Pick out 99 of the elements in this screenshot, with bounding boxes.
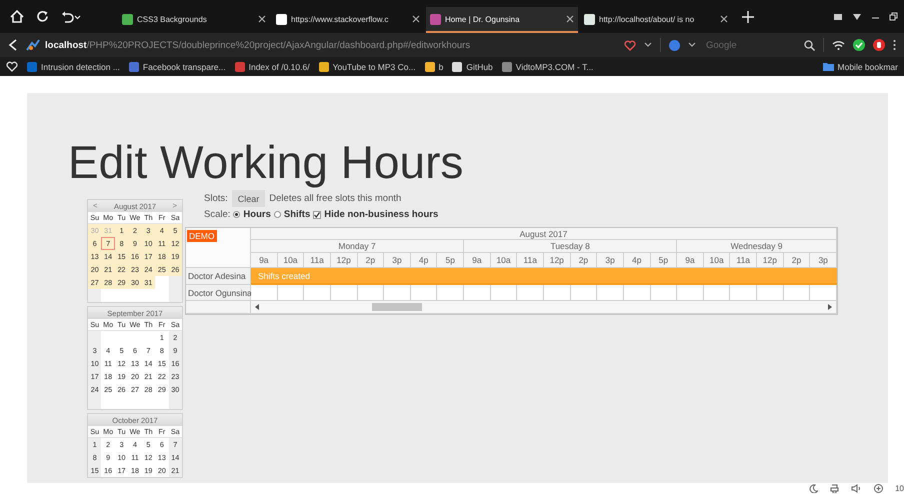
hour-header: 2p [570, 253, 598, 268]
empty-day-cell [168, 396, 182, 409]
page-icon [276, 14, 287, 24]
search-icon[interactable] [804, 40, 815, 50]
hour-header: 9a [251, 253, 278, 268]
day-header: Monday 7 [251, 240, 464, 253]
address-field[interactable]: localhost/PHP%20PROJECTS/doubleprince%20project/AjaxAngular/dashboard.php#/editworkhours [45, 40, 470, 50]
checkbox-label: Hide non-business hours [324, 209, 438, 220]
hour-header: 11a [517, 253, 544, 268]
resource-name: Doctor Adesina [186, 268, 251, 285]
hour-header: 12p [757, 253, 784, 268]
bookmark-link[interactable]: GitHub [466, 62, 493, 72]
hour-header: 12p [544, 253, 571, 268]
page-icon [584, 14, 595, 24]
checkbox[interactable] [313, 210, 322, 218]
site-icon [27, 62, 37, 72]
shield-icon[interactable] [873, 39, 885, 51]
bookmark-link[interactable]: VidtoMP3.COM - T... [516, 62, 594, 72]
menu-icon[interactable] [893, 39, 896, 51]
site-icon [234, 62, 245, 72]
bookmark-link[interactable]: Facebook transpare... [142, 62, 226, 72]
empty-day-cell [88, 331, 102, 344]
site-icon [26, 39, 40, 51]
hour-header: 12p [330, 253, 358, 268]
home-icon[interactable] [10, 10, 24, 23]
page-icon [430, 14, 441, 24]
browser-tab[interactable]: http://localhost/about/ is no [580, 7, 732, 33]
site-icon [318, 62, 329, 72]
restore-icon[interactable] [889, 12, 898, 21]
caret-icon[interactable] [644, 42, 652, 48]
bookmark-link[interactable]: Intrusion detection ... [41, 62, 120, 72]
hour-header: 3p [810, 253, 837, 268]
empty-day-cell [168, 289, 182, 302]
print-icon[interactable] [830, 484, 840, 493]
bookmark-link[interactable]: b [438, 62, 444, 72]
slots-label: Slots: [204, 193, 228, 204]
new-tab-icon[interactable] [742, 10, 754, 22]
radio-label: Hours [243, 209, 271, 220]
wifi-icon[interactable] [832, 40, 845, 50]
demo-badge: DEMO [187, 230, 216, 242]
search-field[interactable]: Google [704, 38, 796, 52]
site-icon [452, 62, 462, 72]
moon-icon[interactable] [809, 484, 818, 493]
close-icon[interactable] [720, 15, 728, 23]
scroll-right-icon[interactable] [828, 304, 832, 310]
empty-day-cell [88, 396, 102, 409]
day-header: Tuesday 8 [464, 240, 678, 253]
site-icon [502, 62, 512, 72]
search-engine-icon[interactable] [669, 40, 680, 50]
browser-tab[interactable]: https://www.stackoverflow.c [272, 7, 424, 33]
radio-button[interactable] [233, 211, 240, 218]
month-header: August 2017 [251, 228, 837, 240]
speaker-icon[interactable] [851, 484, 862, 493]
hour-header: 5p [437, 253, 464, 268]
reload-icon[interactable] [36, 10, 49, 23]
scrollbar-thumb[interactable] [372, 303, 422, 311]
empty-day-cell [88, 289, 102, 302]
site-icon [424, 62, 435, 72]
bookmark-link[interactable]: Index of /0.10.6/ [248, 62, 310, 72]
check-icon[interactable] [853, 39, 865, 51]
hour-header: 11a [304, 253, 331, 268]
close-icon[interactable] [566, 15, 574, 23]
resource-name: Doctor Ogunsina [186, 285, 251, 301]
hour-header: 4p [624, 253, 651, 268]
back-icon[interactable] [8, 39, 18, 51]
hour-header: 5p [650, 253, 678, 268]
hour-header: 3p [597, 253, 624, 268]
zoom-in-icon[interactable] [874, 484, 884, 493]
close-icon[interactable] [412, 15, 420, 23]
radio-label: Shifts [284, 209, 310, 220]
scale-label: Scale: [204, 209, 230, 220]
undo-icon[interactable] [61, 10, 81, 23]
scroll-left-icon[interactable] [255, 304, 259, 310]
radio-button[interactable] [274, 211, 281, 218]
hour-header: 2p [358, 253, 384, 268]
page-title: Edit Working Hours [67, 135, 464, 187]
close-icon[interactable] [258, 15, 266, 23]
hour-header: 10a [490, 253, 518, 268]
day-header: Wednesday 9 [677, 240, 837, 253]
hour-header: 10a [704, 253, 730, 268]
browser-tab[interactable]: Home | Dr. Ogunsina [426, 7, 578, 33]
empty-day-cell [168, 276, 182, 289]
site-icon [128, 62, 139, 72]
browser-tab[interactable]: CSS3 Backgrounds [118, 7, 270, 33]
slots-hint: Deletes all free slots this month [269, 193, 402, 204]
hour-header: 10a [278, 253, 304, 268]
bookmark-folder[interactable]: Mobile bookmar [838, 62, 898, 72]
clear-button[interactable]: Clear [232, 190, 266, 207]
folder-icon [822, 62, 834, 71]
hour-header: 4p [410, 253, 438, 268]
hour-header: 2p [784, 253, 810, 268]
hour-header: 11a [730, 253, 758, 268]
zoom-level: 10 [895, 484, 904, 493]
bookmark-link[interactable]: YouTube to MP3 Co... [332, 62, 416, 72]
page-icon [122, 14, 133, 24]
hour-header: 9a [464, 253, 491, 268]
hour-header: 9a [677, 253, 704, 268]
hour-header: 3p [384, 253, 411, 268]
caret-icon[interactable] [688, 42, 696, 48]
